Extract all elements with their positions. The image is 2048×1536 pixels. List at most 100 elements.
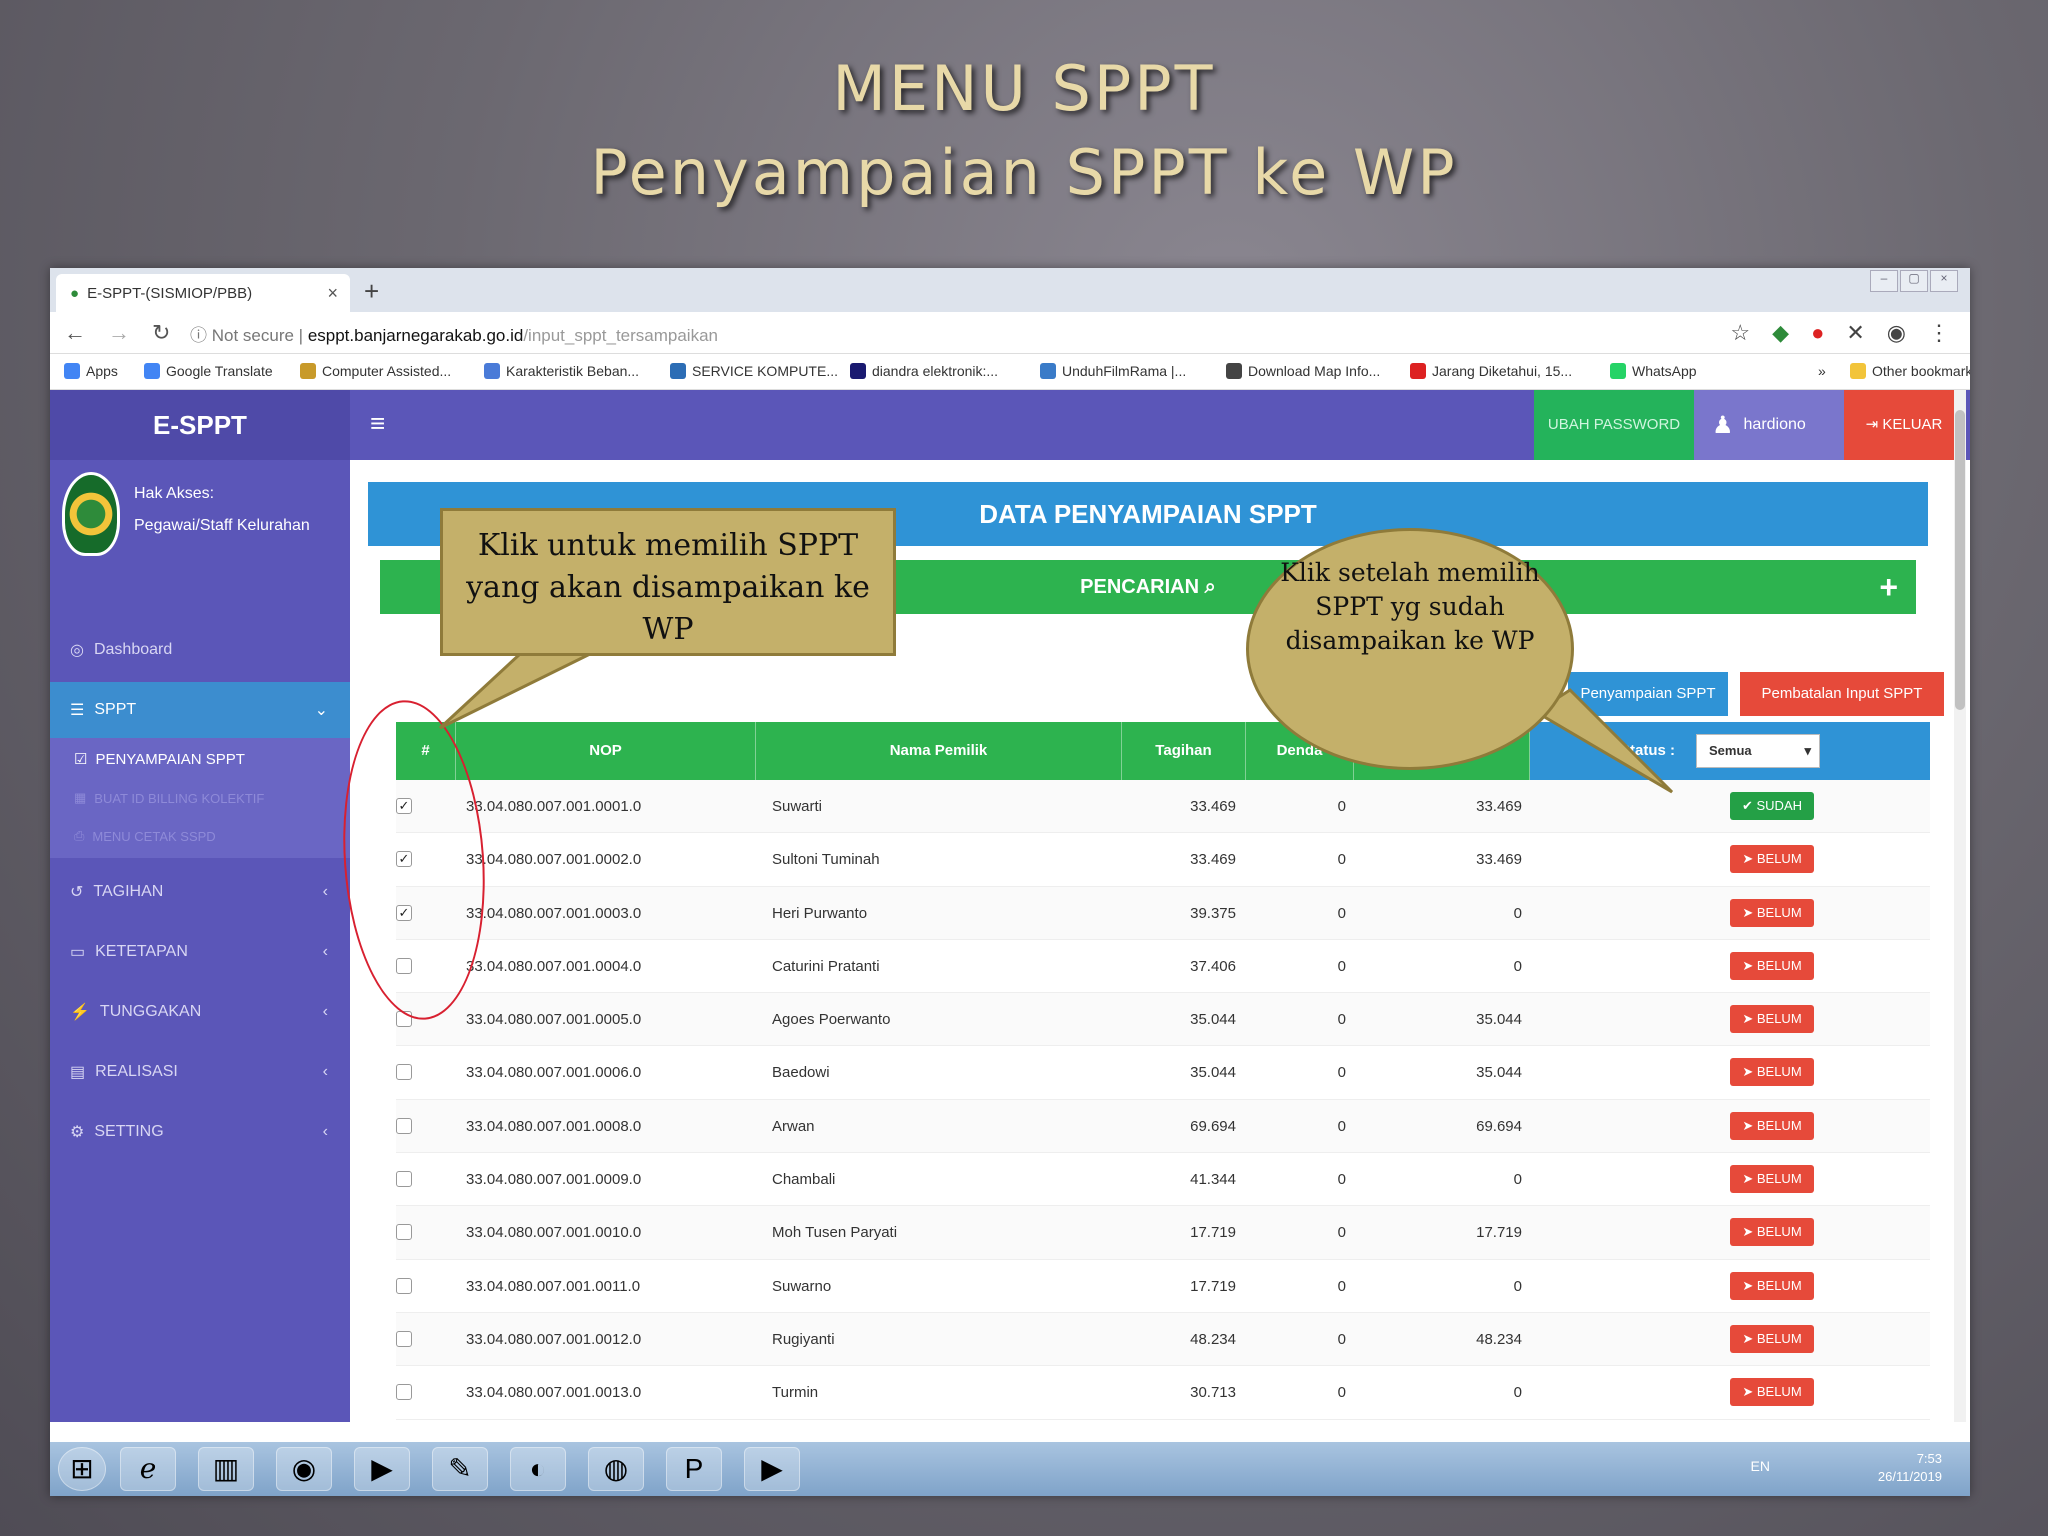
bookmark-favicon-icon: [670, 363, 686, 379]
disc-icon[interactable]: ◐: [510, 1447, 566, 1491]
firefox-icon[interactable]: ◍: [588, 1447, 644, 1491]
submenu-penyampaian[interactable]: ☑ PENYAMPAIAN SPPT: [74, 750, 245, 769]
bookmark-item[interactable]: SERVICE KOMPUTE...: [670, 363, 838, 379]
start-button[interactable]: ⊞: [58, 1447, 106, 1491]
other-bookmarks[interactable]: Other bookmarks: [1850, 363, 1970, 379]
window-close-icon[interactable]: ×: [1930, 270, 1958, 292]
sidebar-item-sppt[interactable]: ☰ SPPT ⌄: [50, 682, 350, 738]
cell-tagihan: 33.469: [1190, 851, 1236, 869]
adblock-icon[interactable]: ●: [1811, 320, 1824, 346]
reload-icon[interactable]: ↻: [152, 320, 170, 346]
close-tab-icon[interactable]: ×: [327, 283, 338, 304]
bookmark-label: Apps: [86, 363, 118, 379]
menu-dots-icon[interactable]: ⋮: [1928, 320, 1950, 346]
extension-icon[interactable]: ◆: [1772, 320, 1789, 346]
paint-icon[interactable]: ✎: [432, 1447, 488, 1491]
app-brand[interactable]: E-SPPT: [50, 390, 350, 460]
col-nama[interactable]: Nama Pemilik: [756, 722, 1122, 780]
star-icon[interactable]: ☆: [1730, 320, 1750, 346]
row-checkbox[interactable]: [396, 1171, 412, 1188]
status-button[interactable]: ➤ BELUM: [1730, 1218, 1814, 1247]
table-row: 33.04.080.007.001.0013.0 Turmin 30.713 0 0 ➤ …: [396, 1366, 1930, 1420]
language-indicator[interactable]: EN: [1751, 1458, 1770, 1474]
scrollbar[interactable]: [1954, 390, 1966, 1422]
chrome-icon[interactable]: ◉: [276, 1447, 332, 1491]
bookmark-item[interactable]: WhatsApp: [1610, 363, 1697, 379]
submenu-cetak[interactable]: ⎙ MENU CETAK SSPD: [74, 828, 216, 844]
media-icon[interactable]: ▶: [354, 1447, 410, 1491]
status-button[interactable]: ✔ SUDAH: [1730, 792, 1814, 820]
player-icon[interactable]: ▶: [744, 1447, 800, 1491]
status-button[interactable]: ➤ BELUM: [1730, 1005, 1814, 1034]
bookmark-item[interactable]: UnduhFilmRama |...: [1040, 363, 1186, 379]
row-checkbox[interactable]: [396, 1117, 412, 1134]
x-extension-icon[interactable]: ✕: [1846, 320, 1864, 346]
cell-pembayaran: 0: [1513, 1171, 1522, 1189]
col-nop[interactable]: NOP: [456, 722, 756, 780]
status-filter-select[interactable]: Semua ▾: [1696, 734, 1820, 768]
col-tagihan[interactable]: Tagihan: [1122, 722, 1246, 780]
row-checkbox[interactable]: [396, 1224, 412, 1241]
sidebar-item-dashboard[interactable]: ◎ Dashboard: [50, 622, 350, 678]
minimize-icon[interactable]: –: [1870, 270, 1898, 292]
sign-out-icon: ⇥: [1865, 416, 1883, 433]
bookmark-item[interactable]: Karakteristik Beban...: [484, 363, 639, 379]
row-checkbox[interactable]: [396, 1330, 412, 1347]
bookmarks-overflow-icon[interactable]: »: [1818, 363, 1826, 379]
keluar-button[interactable]: ⇥ KELUAR: [1844, 390, 1964, 460]
refresh-icon: ↺: [70, 884, 84, 901]
chevron-down-icon: ⌄: [314, 702, 328, 719]
sidebar-item-ketetapan[interactable]: ▭ KETETAPAN ‹: [50, 924, 350, 980]
hamburger-icon[interactable]: ≡: [370, 408, 385, 439]
cell-pembayaran: 17.719: [1476, 1224, 1522, 1242]
sidebar-item-tunggakan[interactable]: ⚡ TUNGGAKAN ‹: [50, 984, 350, 1040]
info-icon: ⓘ: [190, 326, 212, 345]
submenu-buat-billing[interactable]: ▦ BUAT ID BILLING KOLEKTIF: [74, 790, 264, 806]
ubah-password-button[interactable]: UBAH PASSWORD: [1534, 390, 1694, 460]
maximize-icon[interactable]: ▢: [1900, 270, 1928, 292]
sidebar-item-setting[interactable]: ⚙ SETTING ‹: [50, 1104, 350, 1160]
folder-icon[interactable]: ▥: [198, 1447, 254, 1491]
callout-select-sppt: Klik untuk memilih SPPT yang akan disamp…: [440, 508, 896, 656]
status-label: BELUM: [1756, 1224, 1802, 1240]
browser-tab[interactable]: ● E-SPPT-(SISMIOP/PBB) ×: [56, 274, 350, 312]
back-icon[interactable]: ←: [64, 320, 86, 346]
new-tab-button[interactable]: +: [364, 276, 379, 307]
bookmark-item[interactable]: Jarang Diketahui, 15...: [1410, 363, 1572, 379]
row-checkbox[interactable]: [396, 1384, 412, 1401]
status-button[interactable]: ➤ BELUM: [1730, 1058, 1814, 1087]
status-button[interactable]: ➤ BELUM: [1730, 951, 1814, 980]
cell-nama: Agoes Poerwanto: [772, 1011, 891, 1029]
plus-icon[interactable]: +: [1879, 560, 1898, 614]
status-button[interactable]: ➤ BELUM: [1730, 1378, 1814, 1407]
status-button[interactable]: ➤ BELUM: [1730, 1165, 1814, 1194]
sidebar-item-tagihan[interactable]: ↺ TAGIHAN ‹: [50, 864, 350, 920]
user-menu-button[interactable]: ♟ hardiono: [1694, 390, 1844, 460]
bookmark-item[interactable]: Computer Assisted...: [300, 363, 451, 379]
status-button[interactable]: ➤ BELUM: [1730, 898, 1814, 927]
status-button[interactable]: ➤ BELUM: [1730, 1324, 1814, 1353]
bookmark-item[interactable]: Download Map Info...: [1226, 363, 1380, 379]
table-header: # NOP Nama Pemilik Tagihan Denda Pembaya…: [396, 722, 1930, 780]
table-row: ✓ 33.04.080.007.001.0001.0 Suwarti 33.469 0 3…: [396, 780, 1930, 834]
bookmark-item[interactable]: Apps: [64, 363, 118, 379]
ie-icon[interactable]: ℯ: [120, 1447, 176, 1491]
profile-icon[interactable]: ◉: [1887, 320, 1906, 346]
bookmark-item[interactable]: diandra elektronik:...: [850, 363, 998, 379]
status-button[interactable]: ➤ BELUM: [1730, 1111, 1814, 1140]
forward-icon[interactable]: →: [108, 320, 130, 346]
status-button[interactable]: ➤ BELUM: [1730, 845, 1814, 874]
url-field[interactable]: ⓘ Not secure | esppt.banjarnegarakab.go.…: [190, 321, 718, 346]
sidebar-item-realisasi[interactable]: ▤ REALISASI ‹: [50, 1044, 350, 1100]
status-button[interactable]: ➤ BELUM: [1730, 1271, 1814, 1300]
powerpoint-icon[interactable]: P: [666, 1447, 722, 1491]
scrollbar-thumb[interactable]: [1955, 410, 1965, 710]
pembatalan-button[interactable]: Pembatalan Input SPPT: [1740, 672, 1944, 716]
send-icon: ➤: [1742, 851, 1757, 867]
penyampaian-button[interactable]: Penyampaian SPPT: [1568, 672, 1728, 716]
clock[interactable]: 7:53 26/11/2019: [1878, 1450, 1942, 1486]
bookmark-item[interactable]: Google Translate: [144, 363, 273, 379]
row-checkbox[interactable]: [396, 1064, 412, 1081]
caret-down-icon: ▾: [1804, 743, 1811, 758]
row-checkbox[interactable]: [396, 1277, 412, 1294]
